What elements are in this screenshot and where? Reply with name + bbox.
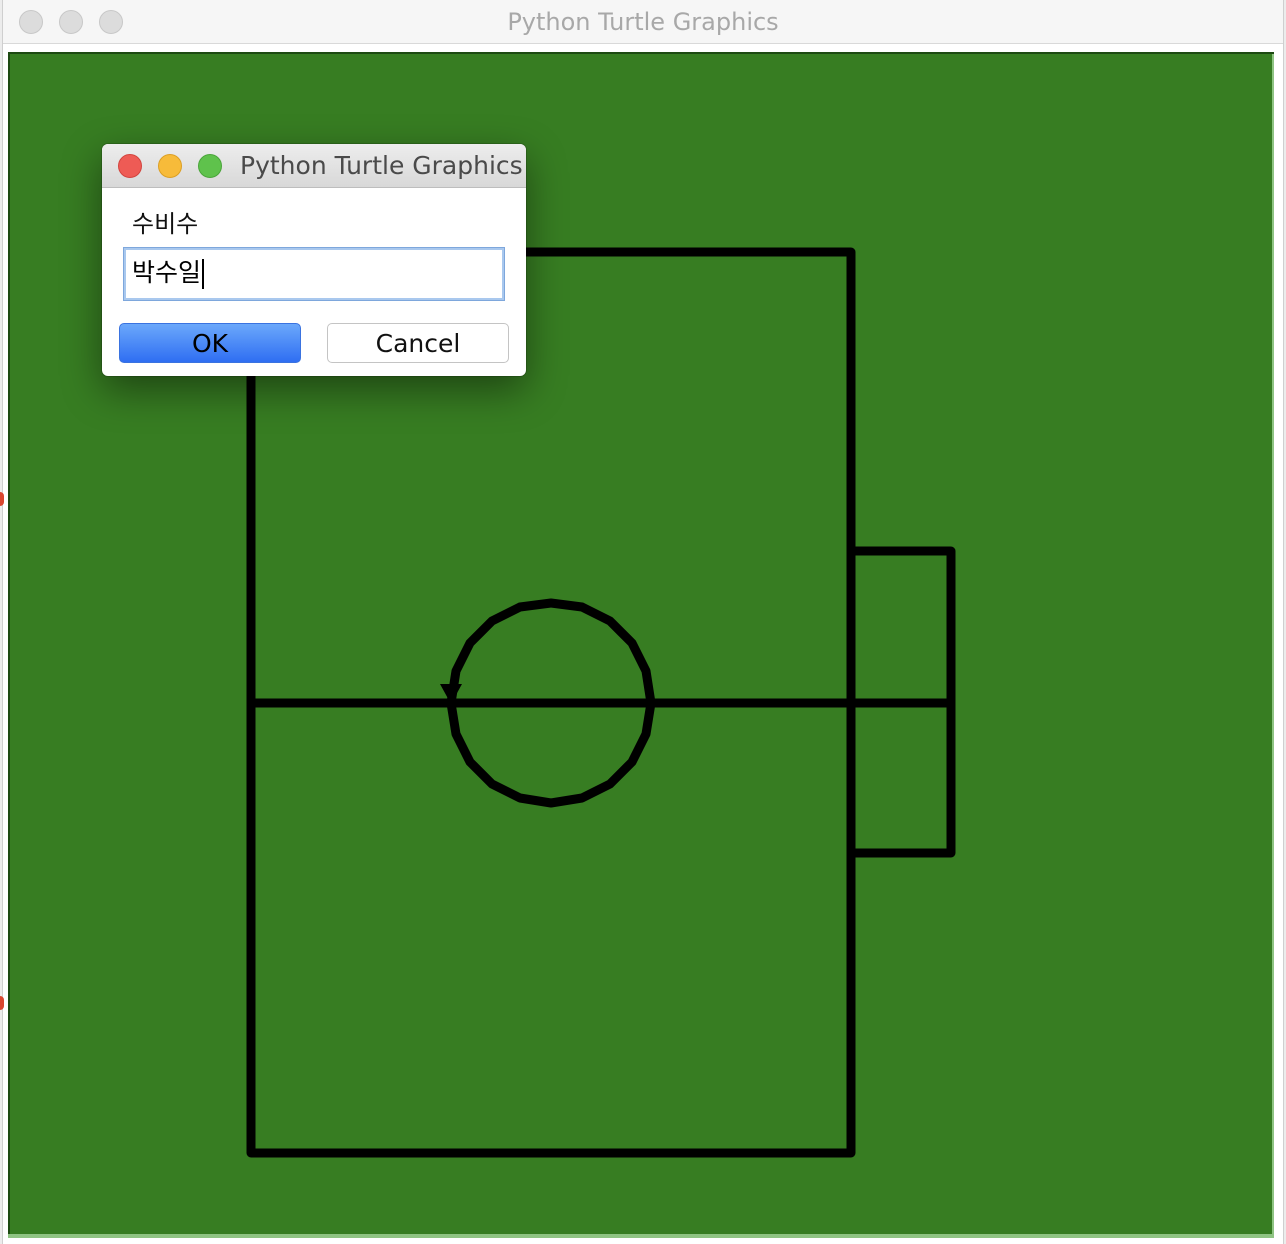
dialog-prompt: 수비수 xyxy=(132,210,199,238)
input-dialog: Python Turtle Graphics 수비수 박수일 OK Cancel xyxy=(102,144,526,376)
cancel-button[interactable]: Cancel xyxy=(327,323,509,363)
dialog-minimize-icon[interactable] xyxy=(158,154,182,178)
ok-button[interactable]: OK xyxy=(119,323,301,363)
dialog-titlebar[interactable]: Python Turtle Graphics xyxy=(102,144,526,188)
name-input-value: 박수일 xyxy=(132,258,202,287)
dialog-maximize-icon[interactable] xyxy=(198,154,222,178)
dialog-title: Python Turtle Graphics xyxy=(240,151,523,180)
dialog-close-icon[interactable] xyxy=(118,154,142,178)
text-caret xyxy=(202,259,205,289)
name-input[interactable]: 박수일 xyxy=(123,247,505,301)
